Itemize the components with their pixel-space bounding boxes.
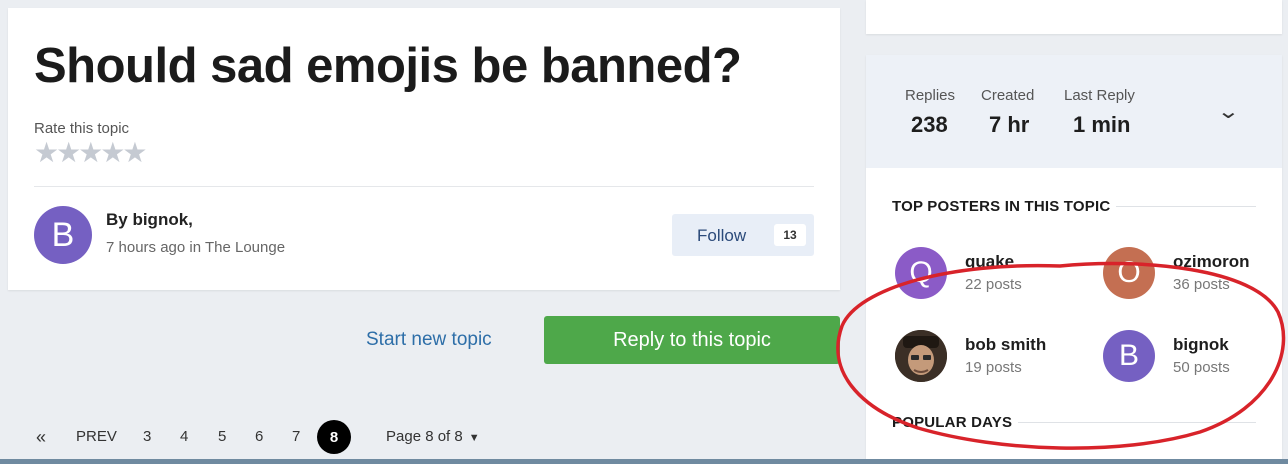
current-page[interactable]: 8 (317, 420, 351, 454)
page-link-5[interactable]: 5 (218, 428, 226, 445)
sidebar-top-card (866, 0, 1282, 34)
popular-days-heading: POPULAR DAYS (892, 414, 1013, 431)
stat-value-created: 7 hr (989, 112, 1030, 137)
chevron-down-icon[interactable]: ⌄ (1217, 99, 1240, 124)
divider (34, 186, 814, 187)
topic-stats-card: Replies 238 Created 7 hr Last Reply 1 mi… (866, 55, 1282, 464)
author-avatar[interactable]: B (34, 206, 92, 264)
first-page-icon[interactable]: « (36, 427, 46, 448)
follow-label: Follow (697, 226, 747, 245)
poster-avatar[interactable]: O (1103, 247, 1155, 299)
poster-post-count: 19 posts (965, 359, 1022, 376)
poster-name[interactable]: quake (965, 252, 1014, 272)
follower-count-badge: 13 (774, 224, 806, 246)
topic-header-card: Should sad emojis be banned? Rate this t… (8, 8, 840, 290)
top-posters-heading: TOP POSTERS IN THIS TOPIC (892, 198, 1111, 215)
page-link-3[interactable]: 3 (143, 428, 151, 445)
author-byline[interactable]: By bignok, (106, 210, 193, 230)
poster-name[interactable]: bob smith (965, 335, 1046, 355)
taskbar-strip (0, 459, 1288, 464)
page-jump-dropdown[interactable]: Page 8 of 8 ▼ (386, 428, 480, 445)
poster-post-count: 22 posts (965, 276, 1022, 293)
page-link-6[interactable]: 6 (255, 428, 263, 445)
reply-to-topic-button[interactable]: Reply to this topic (544, 316, 840, 364)
person-photo-icon (895, 330, 947, 382)
start-new-topic-link[interactable]: Start new topic (366, 329, 492, 351)
poster-post-count: 50 posts (1173, 359, 1230, 376)
poster-avatar[interactable] (895, 330, 947, 382)
rating-stars[interactable]: ★★★★★ (34, 139, 148, 167)
divider (1116, 206, 1256, 207)
poster-name[interactable]: bignok (1173, 335, 1229, 355)
stat-value-last-reply: 1 min (1073, 112, 1131, 137)
topic-stats-bar: Replies 238 Created 7 hr Last Reply 1 mi… (866, 55, 1282, 168)
rate-topic-label: Rate this topic (34, 120, 130, 137)
topic-title: Should sad emojis be banned? (34, 39, 742, 93)
stat-label-replies: Replies (905, 87, 956, 104)
page-link-4[interactable]: 4 (180, 428, 188, 445)
page-link-7[interactable]: 7 (292, 428, 300, 445)
topic-meta: 7 hours ago in The Lounge (106, 239, 286, 256)
stat-label-last-reply: Last Reply (1064, 87, 1135, 104)
caret-down-icon: ▼ (468, 432, 480, 444)
stat-label-created: Created (981, 87, 1035, 104)
prev-page-link[interactable]: PREV (76, 428, 117, 445)
follow-button[interactable]: Follow 13 (672, 214, 814, 256)
poster-name[interactable]: ozimoron (1173, 252, 1250, 272)
stat-value-replies: 238 (911, 112, 948, 137)
poster-post-count: 36 posts (1173, 276, 1230, 293)
poster-avatar[interactable]: Q (895, 247, 947, 299)
poster-avatar[interactable]: B (1103, 330, 1155, 382)
page-jump-label: Page 8 of 8 (386, 428, 463, 445)
divider (1018, 422, 1256, 423)
